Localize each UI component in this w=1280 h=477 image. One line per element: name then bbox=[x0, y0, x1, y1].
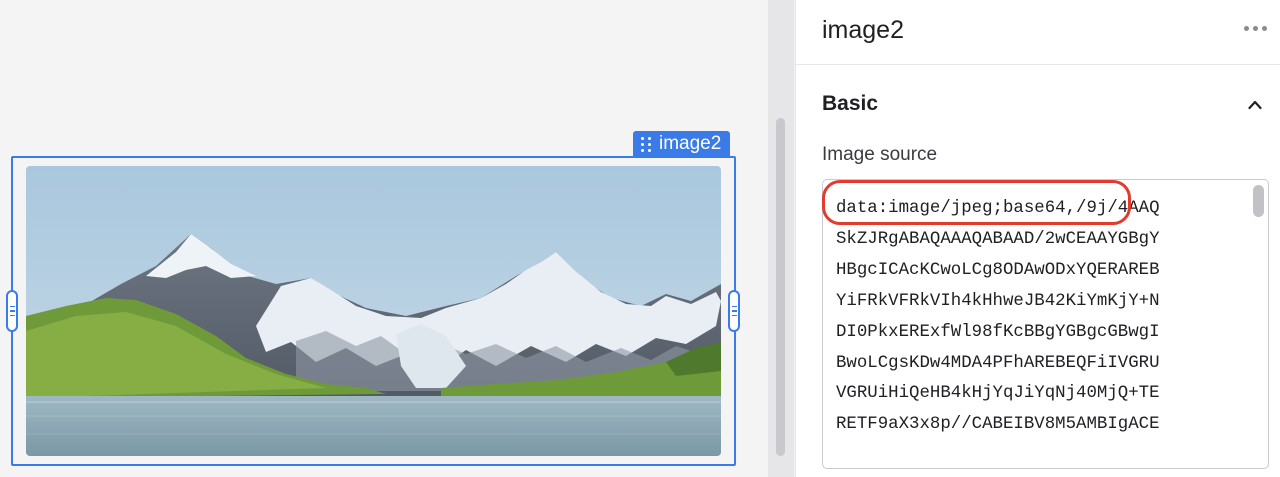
source-line: RETF9aX3x8p//CABEIBV8M5AMBIgACE bbox=[836, 415, 1160, 435]
source-line: HBgcICAcKCwoLCg8ODAwODxYQERAREB bbox=[836, 260, 1160, 280]
chevron-up-icon[interactable] bbox=[1248, 98, 1262, 112]
resize-handle-right[interactable] bbox=[728, 290, 740, 332]
mountain-lake-image bbox=[26, 166, 721, 456]
image-source-label: Image source bbox=[822, 144, 938, 165]
component-tag-label: image2 bbox=[659, 133, 722, 154]
inspector-panel: image2 Basic Image source data:image/jpe… bbox=[795, 0, 1280, 477]
image-source-textarea[interactable]: data:image/jpeg;base64,/9j/4AAQ SkZJRgABA… bbox=[822, 179, 1269, 469]
source-line: SkZJRgABAQAAAQABAAD/2wCEAAYGBgY bbox=[836, 229, 1160, 249]
drag-handle-icon[interactable] bbox=[641, 136, 651, 152]
panel-title: image2 bbox=[822, 16, 904, 44]
source-line: DI0PkxERExfWl98fKcBBgYGBgcGBwgI bbox=[836, 322, 1160, 342]
textarea-scrollbar-thumb[interactable] bbox=[1253, 185, 1264, 217]
source-line: VGRUiHiQeHB4kHjYqJiYqNj40MjQ+TE bbox=[836, 384, 1160, 404]
ellipsis-icon[interactable] bbox=[1244, 26, 1267, 31]
panel-divider bbox=[796, 64, 1280, 65]
resize-handle-left[interactable] bbox=[6, 290, 18, 332]
image-source-value: data:image/jpeg;base64,/9j/4AAQ SkZJRgABA… bbox=[836, 194, 1160, 441]
source-line: YiFRkVFRkVIh4kHhweJB42KiYmKjY+N bbox=[836, 291, 1160, 311]
source-line: BwoLCgsKDw4MDA4PFhAREBEQFiIVGRU bbox=[836, 353, 1160, 373]
section-title-basic[interactable]: Basic bbox=[822, 92, 878, 116]
image-component[interactable] bbox=[26, 166, 721, 456]
source-line: data:image/jpeg;base64,/9j/4AAQ bbox=[836, 199, 1160, 218]
component-tag[interactable]: image2 bbox=[633, 131, 731, 157]
canvas-scrollbar-thumb[interactable] bbox=[776, 118, 785, 456]
